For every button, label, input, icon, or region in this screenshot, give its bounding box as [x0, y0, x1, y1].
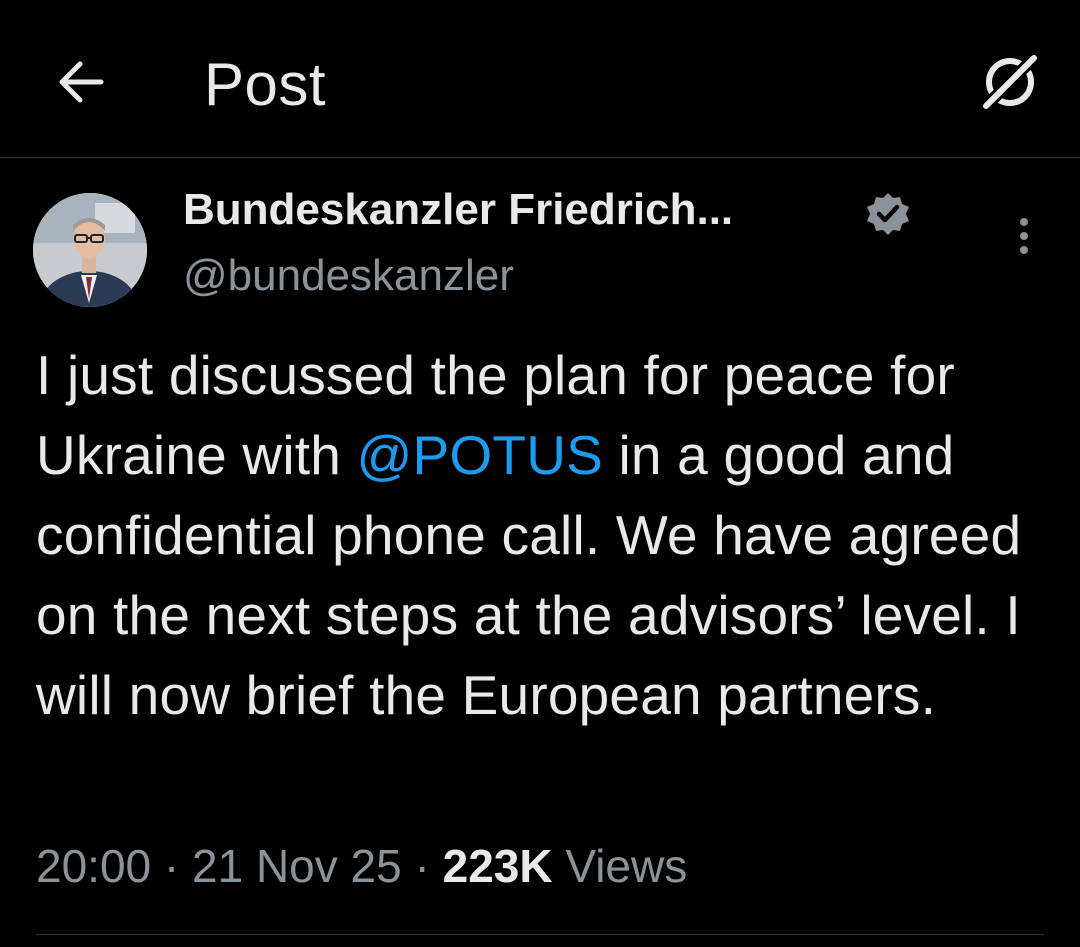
meta-separator: ·	[151, 840, 193, 892]
views-label: Views	[552, 840, 688, 892]
more-options-button[interactable]	[1004, 214, 1044, 258]
meta-separator: ·	[401, 840, 443, 892]
author-avatar[interactable]	[33, 193, 147, 307]
tweet-time[interactable]: 20:00	[36, 840, 151, 892]
avatar-photo	[33, 193, 147, 307]
tweet-meta: 20:00 · 21 Nov 25 · 223K Views	[36, 836, 687, 896]
author-name[interactable]: Bundeskanzler Friedrich...	[183, 182, 733, 238]
author-handle[interactable]: @bundeskanzler	[183, 248, 514, 304]
more-vertical-icon	[1020, 218, 1028, 254]
grok-icon	[978, 50, 1042, 114]
divider	[36, 934, 1044, 935]
top-bar: Post	[0, 0, 1080, 158]
tweet-text: I just discussed the plan for peace for …	[36, 335, 1056, 735]
page-title: Post	[204, 51, 327, 118]
back-button[interactable]	[52, 54, 108, 110]
tweet-date[interactable]: 21 Nov 25	[192, 840, 402, 892]
mention-link[interactable]: @POTUS	[357, 424, 604, 486]
arrow-left-icon	[59, 61, 104, 103]
views-count[interactable]: 223K	[443, 840, 553, 892]
grok-button[interactable]	[978, 50, 1042, 114]
verified-badge-icon	[864, 190, 912, 238]
